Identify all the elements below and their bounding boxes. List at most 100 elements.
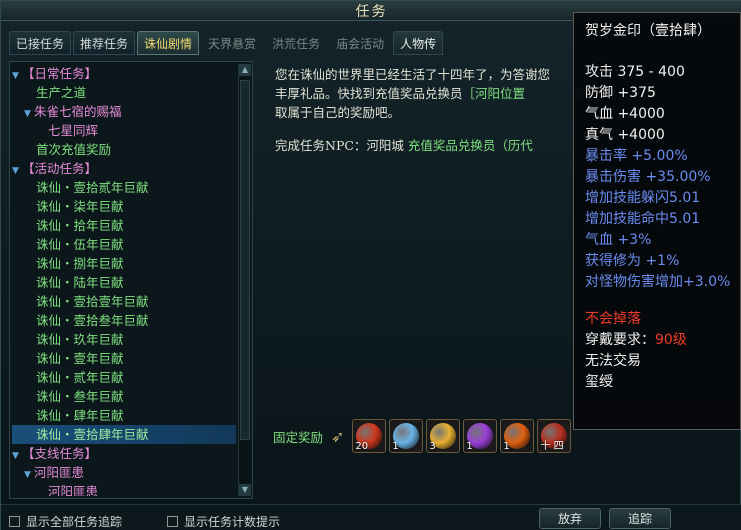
tab-1[interactable]: 推荐任务 bbox=[73, 31, 136, 55]
checkbox-box[interactable] bbox=[167, 516, 178, 527]
tooltip-stat: 攻击 375 - 400 bbox=[585, 64, 685, 80]
tree-label: 诛仙・玖年巨献 bbox=[36, 332, 124, 347]
track-button[interactable]: 追踪 bbox=[609, 508, 671, 529]
npc-location-link[interactable]: ［河阳位置 bbox=[463, 86, 526, 101]
checkbox-box[interactable] bbox=[9, 516, 20, 527]
reward-count: 1 bbox=[503, 441, 510, 452]
wear-requirement: 穿戴要求：90级 bbox=[585, 330, 740, 351]
tree-label: 【日常任务】 bbox=[22, 66, 98, 81]
tree-category-daily[interactable]: ▼ 【日常任务】 bbox=[12, 64, 236, 83]
tooltip-stat: 防御 +375 bbox=[585, 85, 656, 101]
reward-slot[interactable]: 1 bbox=[463, 419, 498, 453]
reward-label: 固定奖励 bbox=[273, 429, 324, 445]
tree-label: 诛仙・伍年巨献 bbox=[36, 237, 124, 252]
desc-line-2-text: 丰厚礼品。快找到充值奖品兑换员 bbox=[275, 86, 463, 101]
tab-2[interactable]: 诛仙剧情 bbox=[137, 31, 200, 55]
reward-count: 3 bbox=[429, 441, 436, 452]
tree-label: 诛仙・贰年巨献 bbox=[36, 370, 124, 385]
tree-category-activity[interactable]: ▼ 【活动任务】 bbox=[12, 159, 236, 178]
tree-item[interactable]: 诛仙・拾年巨献 bbox=[12, 216, 236, 235]
tab-4[interactable]: 洪荒任务 bbox=[265, 31, 327, 55]
tree-label: 七星同辉 bbox=[48, 123, 99, 138]
tree-item[interactable]: 诛仙・壹拾贰年巨献 bbox=[12, 178, 236, 197]
tree-group[interactable]: ▼ 河阳匪患 bbox=[12, 463, 236, 482]
reward-slot[interactable]: 1 bbox=[389, 419, 424, 453]
tree-label: 诛仙・壹拾叁年巨献 bbox=[36, 313, 149, 328]
tree-category-branch[interactable]: ▼ 【支线任务】 bbox=[12, 444, 236, 463]
tree-item[interactable]: 诛仙・柒年巨献 bbox=[12, 197, 236, 216]
tree-label: 诛仙・壹年巨献 bbox=[36, 351, 124, 366]
tree-item[interactable]: 生产之道 bbox=[12, 83, 236, 102]
tooltip-bonus-stat: 暴击伤害 +35.00% bbox=[585, 169, 711, 185]
scroll-up-icon[interactable]: ▲ bbox=[239, 64, 251, 76]
tree-label: 河阳匪患 bbox=[48, 484, 99, 496]
tree-label: 诛仙・陆年巨献 bbox=[36, 275, 124, 290]
tree-label: 生产之道 bbox=[36, 85, 87, 100]
tab-5[interactable]: 庙会活动 bbox=[329, 31, 391, 55]
tree-label: 诛仙・壹拾壹年巨献 bbox=[36, 294, 149, 309]
reward-slot[interactable]: 1 bbox=[500, 419, 535, 453]
scroll-thumb[interactable] bbox=[240, 80, 250, 440]
tree-label: 首次充值奖励 bbox=[36, 142, 112, 157]
tree-item[interactable]: 诛仙・贰年巨献 bbox=[12, 368, 236, 387]
reward-count: 十 四 bbox=[540, 441, 564, 452]
reward-count: 1 bbox=[392, 441, 399, 452]
tooltip-stat: 真气 +4000 bbox=[585, 127, 665, 143]
tree-item[interactable]: 诛仙・壹拾壹年巨献 bbox=[12, 292, 236, 311]
tree-scrollbar[interactable]: ▲ ▼ bbox=[238, 64, 251, 496]
reward-slot[interactable]: 3 bbox=[426, 419, 461, 453]
tooltip-bonus-stat: 增加技能命中5.01 bbox=[585, 211, 701, 227]
tree-item[interactable]: 诛仙・玖年巨献 bbox=[12, 330, 236, 349]
scroll-down-icon[interactable]: ▼ bbox=[239, 484, 251, 496]
tree-item[interactable]: 诛仙・壹拾肆年巨献 bbox=[12, 425, 236, 444]
tree-label: 河阳匪患 bbox=[34, 465, 85, 480]
reward-slot[interactable]: 20 bbox=[352, 419, 387, 453]
track-all-checkbox[interactable]: 显示全部任务追踪 bbox=[9, 513, 122, 530]
tree-item[interactable]: 河阳匪患 bbox=[12, 482, 236, 496]
bottom-bar: 显示全部任务追踪 显示任务计数提示 放弃 追踪 bbox=[1, 504, 741, 530]
tree-item[interactable]: 诛仙・捌年巨献 bbox=[12, 254, 236, 273]
item-tooltip: 贺岁金印（壹拾肆） 攻击 375 - 400 防御 +375 气血 +4000 真气 … bbox=[573, 12, 741, 430]
tree-label: 诛仙・拾年巨献 bbox=[36, 218, 124, 233]
tooltip-bonus-stat: 暴击率 +5.00% bbox=[585, 148, 688, 164]
req-label: 穿戴要求： bbox=[585, 332, 655, 348]
reward-slot[interactable]: 十 四 bbox=[537, 419, 572, 453]
tooltip-stat: 气血 +4000 bbox=[585, 106, 665, 122]
tree-item[interactable]: 诛仙・壹拾叁年巨献 bbox=[12, 311, 236, 330]
npc-name-link[interactable]: 充值奖品兑换员（历代 bbox=[408, 138, 533, 153]
tab-3[interactable]: 天界悬赏 bbox=[201, 31, 263, 55]
tooltip-title: 贺岁金印（壹拾肆） bbox=[585, 23, 711, 39]
tab-6[interactable]: 人物传 bbox=[393, 31, 444, 55]
tree-group[interactable]: ▼ 朱雀七宿的赐福 bbox=[12, 102, 236, 121]
reward-count: 20 bbox=[355, 441, 369, 452]
tab-0[interactable]: 已接任务 bbox=[9, 31, 72, 55]
window-title: 任务 bbox=[355, 4, 388, 20]
tree-label: 诛仙・叁年巨献 bbox=[36, 389, 124, 404]
show-count-checkbox[interactable]: 显示任务计数提示 bbox=[167, 513, 280, 530]
tooltip-bonus-stat: 增加技能躲闪5.01 bbox=[585, 190, 701, 206]
tree-label: 【活动任务】 bbox=[22, 161, 98, 176]
abandon-button[interactable]: 放弃 bbox=[539, 508, 601, 529]
tree-label: 诛仙・柒年巨献 bbox=[36, 199, 124, 214]
reward-count: 1 bbox=[466, 441, 473, 452]
tree-item[interactable]: 诛仙・陆年巨献 bbox=[12, 273, 236, 292]
track-all-label: 显示全部任务追踪 bbox=[26, 515, 123, 529]
tree-label: 【支线任务】 bbox=[22, 446, 98, 461]
no-trade-text: 无法交易 bbox=[585, 353, 641, 369]
quest-tabs: 已接任务 推荐任务 诛仙剧情 天界悬赏 洪荒任务 庙会活动 人物传 bbox=[9, 31, 444, 55]
tooltip-bonus-stat: 对怪物伤害增加+3.0% bbox=[585, 274, 731, 290]
tree-label: 朱雀七宿的赐福 bbox=[34, 104, 122, 119]
tree-item[interactable]: 七星同辉 bbox=[12, 121, 236, 140]
complete-npc: 完成任务NPC：河阳城 充值奖品兑换员（历代 bbox=[275, 135, 533, 154]
fixed-rewards: 固定奖励 ➶ 20 1 3 1 1 十 四 bbox=[273, 419, 574, 453]
tree-label: 诛仙・肆年巨献 bbox=[36, 408, 124, 423]
tree-item[interactable]: 首次充值奖励 bbox=[12, 140, 236, 159]
reward-arrow-icon: ➶ bbox=[331, 426, 345, 446]
tree-label: 诛仙・壹拾肆年巨献 bbox=[36, 427, 149, 442]
tree-item[interactable]: 诛仙・壹年巨献 bbox=[12, 349, 236, 368]
tree-item[interactable]: 诛仙・肆年巨献 bbox=[12, 406, 236, 425]
tree-item[interactable]: 诛仙・叁年巨献 bbox=[12, 387, 236, 406]
quest-tree-panel: ▼ 【日常任务】 生产之道 ▼ 朱雀七宿的赐福 七星同辉 首次充值奖励 ▼ 【活动任务】 诛仙・壹… bbox=[9, 61, 253, 499]
tree-item[interactable]: 诛仙・伍年巨献 bbox=[12, 235, 236, 254]
tree-label: 诛仙・壹拾贰年巨献 bbox=[36, 180, 149, 195]
